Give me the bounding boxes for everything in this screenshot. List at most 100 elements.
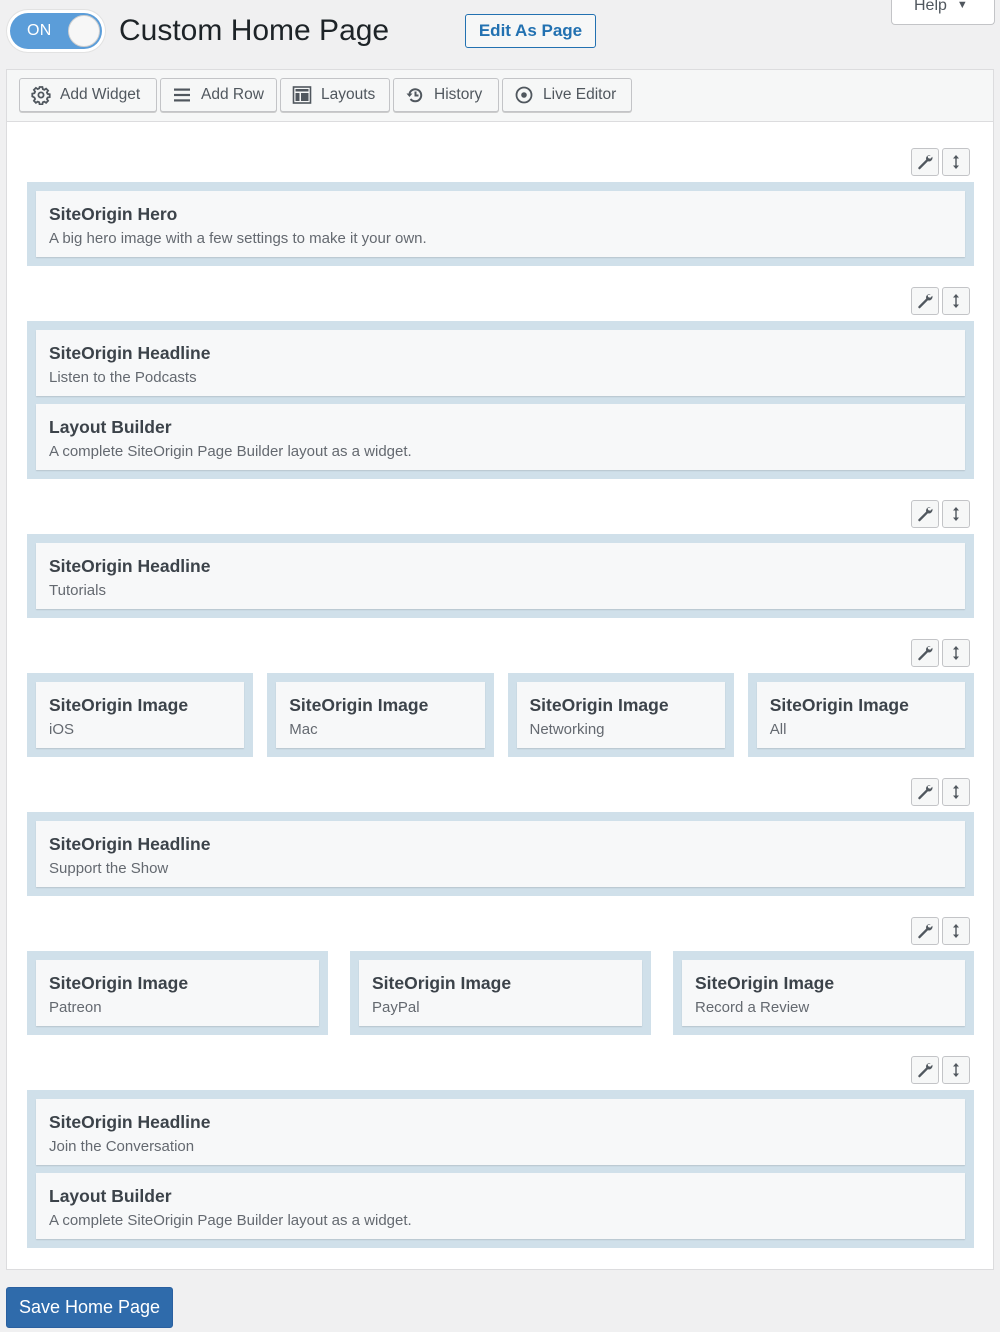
wrench-icon <box>918 785 933 800</box>
wrench-icon <box>918 155 933 170</box>
widget-card[interactable]: SiteOrigin Headline Tutorials <box>36 543 965 609</box>
row-tools <box>911 917 970 945</box>
add-widget-button[interactable]: Add Widget <box>19 78 157 112</box>
row-edit-button[interactable] <box>911 148 939 176</box>
row-cell[interactable]: SiteOrigin Image Patreon <box>27 951 328 1035</box>
widget-description: Support the Show <box>49 860 169 877</box>
move-vertical-icon <box>953 507 959 521</box>
add-row-label: Add Row <box>201 86 264 103</box>
wrench-icon <box>918 1063 933 1078</box>
widget-card[interactable]: SiteOrigin Image All <box>756 682 965 748</box>
edit-as-page-button[interactable]: Edit As Page <box>465 14 596 48</box>
row-move-handle[interactable] <box>942 917 970 945</box>
widget-title: SiteOrigin Image <box>49 973 189 993</box>
widget-title: SiteOrigin Image <box>529 695 669 715</box>
widget-card[interactable]: SiteOrigin Image Patreon <box>36 960 319 1026</box>
widget-card[interactable]: SiteOrigin Hero A big hero image with a f… <box>36 191 965 257</box>
widget-card[interactable]: Layout Builder A complete SiteOrigin Page… <box>36 404 965 470</box>
widget-description: Join the Conversation <box>49 1138 195 1155</box>
widget-card[interactable]: SiteOrigin Headline Support the Show <box>36 821 965 887</box>
widget-title: SiteOrigin Image <box>372 973 512 993</box>
widget-description: Patreon <box>49 999 102 1016</box>
widget-card[interactable]: SiteOrigin Headline Join the Conversation <box>36 1099 965 1165</box>
widget-title: SiteOrigin Image <box>695 973 835 993</box>
row-move-handle[interactable] <box>942 778 970 806</box>
widget-card[interactable]: SiteOrigin Image PayPal <box>359 960 642 1026</box>
caret-down-icon: ▼ <box>956 0 968 11</box>
row-cell[interactable]: SiteOrigin Hero A big hero image with a f… <box>27 182 974 266</box>
builder-row: SiteOrigin Hero A big hero image with a f… <box>27 182 974 266</box>
row-cell[interactable]: SiteOrigin Image Record a Review <box>673 951 974 1035</box>
wrench-icon <box>918 646 933 661</box>
move-vertical-icon <box>953 1063 959 1077</box>
layouts-button[interactable]: Layouts <box>280 78 390 112</box>
row-edit-button[interactable] <box>911 1056 939 1084</box>
builder-row: SiteOrigin Image Patreon SiteOrigin Image P… <box>27 951 974 1035</box>
widget-description: Tutorials <box>49 582 106 599</box>
row-tools <box>911 639 970 667</box>
row-cell[interactable]: SiteOrigin Image Mac <box>267 673 494 757</box>
live-editor-button[interactable]: Live Editor <box>502 78 632 112</box>
widget-description: Mac <box>289 721 318 738</box>
widget-card[interactable]: SiteOrigin Image Mac <box>276 682 485 748</box>
help-tab[interactable]: Help ▼ <box>891 0 995 25</box>
history-label: History <box>434 86 483 103</box>
widget-card[interactable]: SiteOrigin Image iOS <box>36 682 245 748</box>
layouts-label: Layouts <box>321 86 376 103</box>
row-move-handle[interactable] <box>942 148 970 176</box>
row-move-handle[interactable] <box>942 1056 970 1084</box>
row-cell[interactable]: SiteOrigin Image All <box>747 673 974 757</box>
widget-title: SiteOrigin Headline <box>49 556 211 576</box>
row-tools <box>911 778 970 806</box>
widget-description: iOS <box>49 721 75 738</box>
page-title: Custom Home Page <box>119 14 390 47</box>
builder-toolbar: Add Widget Add Row Layouts History Live … <box>7 70 993 122</box>
row-move-handle[interactable] <box>942 639 970 667</box>
widget-title: Layout Builder <box>49 417 172 437</box>
widget-title: Layout Builder <box>49 1186 172 1206</box>
widget-description: Record a Review <box>695 999 810 1016</box>
row-cell[interactable]: SiteOrigin Headline Join the Conversation… <box>27 1090 974 1248</box>
widget-card[interactable]: SiteOrigin Image Networking <box>516 682 725 748</box>
widget-card[interactable]: SiteOrigin Headline Listen to the Podcast… <box>36 330 965 396</box>
row-edit-button[interactable] <box>911 639 939 667</box>
widget-title: SiteOrigin Headline <box>49 834 211 854</box>
row-cell[interactable]: SiteOrigin Image Networking <box>507 673 734 757</box>
row-edit-button[interactable] <box>911 287 939 315</box>
row-cell[interactable]: SiteOrigin Image PayPal <box>350 951 651 1035</box>
row-edit-button[interactable] <box>911 778 939 806</box>
widget-description: A complete SiteOrigin Page Builder layou… <box>49 443 412 460</box>
widget-title: SiteOrigin Image <box>289 695 429 715</box>
save-home-page-button[interactable]: Save Home Page <box>6 1287 173 1328</box>
row-cell[interactable]: SiteOrigin Headline Listen to the Podcast… <box>27 321 974 479</box>
row-move-handle[interactable] <box>942 500 970 528</box>
history-icon <box>406 88 423 103</box>
widget-card[interactable]: Layout Builder A complete SiteOrigin Page… <box>36 1173 965 1239</box>
widget-title: SiteOrigin Headline <box>49 343 211 363</box>
widget-description: A big hero image with a few settings to … <box>49 230 427 247</box>
widget-card[interactable]: SiteOrigin Image Record a Review <box>682 960 965 1026</box>
builder-row: SiteOrigin Headline Tutorials <box>27 534 974 618</box>
row-edit-button[interactable] <box>911 917 939 945</box>
row-move-handle[interactable] <box>942 287 970 315</box>
history-button[interactable]: History <box>393 78 499 112</box>
wrench-icon <box>918 924 933 939</box>
widget-description: A complete SiteOrigin Page Builder layou… <box>49 1212 412 1229</box>
row-cell[interactable]: SiteOrigin Headline Support the Show <box>27 812 974 896</box>
add-row-button[interactable]: Add Row <box>160 78 277 112</box>
row-tools <box>911 500 970 528</box>
builder-row: SiteOrigin Image iOS SiteOrigin Image Mac Si… <box>27 673 974 757</box>
wrench-icon <box>918 507 933 522</box>
widget-description: All <box>769 721 787 738</box>
row-edit-button[interactable] <box>911 500 939 528</box>
move-vertical-icon <box>953 924 959 938</box>
eye-icon <box>515 86 533 104</box>
builder-toggle[interactable]: ON <box>10 13 102 49</box>
widget-title: SiteOrigin Image <box>769 695 909 715</box>
row-tools <box>911 287 970 315</box>
row-tools <box>911 1056 970 1084</box>
row-cell[interactable]: SiteOrigin Headline Tutorials <box>27 534 974 618</box>
move-vertical-icon <box>953 785 959 799</box>
move-vertical-icon <box>953 646 959 660</box>
row-cell[interactable]: SiteOrigin Image iOS <box>27 673 254 757</box>
